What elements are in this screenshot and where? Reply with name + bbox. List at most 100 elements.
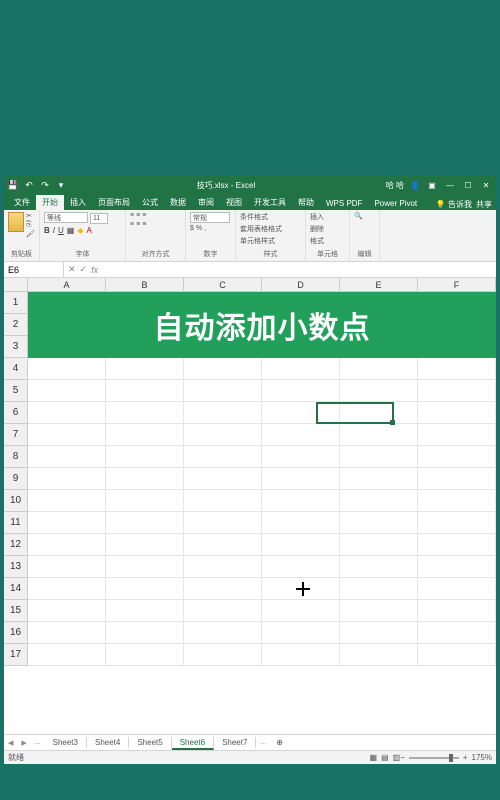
row-header[interactable]: 3 [4, 336, 27, 358]
maximize-icon[interactable]: ☐ [462, 181, 474, 190]
redo-icon[interactable]: ↷ [40, 180, 50, 190]
tab-power-pivot[interactable]: Power Pivot [368, 197, 423, 210]
view-normal-icon[interactable]: ▦ [370, 753, 378, 762]
cell[interactable] [340, 644, 418, 666]
tab-home[interactable]: 开始 [36, 195, 64, 210]
sheet-nav-prev-icon[interactable]: ◀ [4, 739, 17, 747]
cell[interactable] [262, 600, 340, 622]
fx-icon[interactable]: fx [91, 265, 98, 275]
find-icon[interactable]: 🔍 [354, 212, 363, 220]
cell[interactable] [340, 380, 418, 402]
cut-icon[interactable]: ✂ [26, 212, 35, 220]
cell[interactable] [106, 380, 184, 402]
cell[interactable] [340, 424, 418, 446]
cell[interactable] [340, 600, 418, 622]
cell[interactable] [418, 644, 496, 666]
cell[interactable] [106, 578, 184, 600]
row-header[interactable]: 16 [4, 622, 27, 644]
cell[interactable] [28, 512, 106, 534]
qat-dropdown-icon[interactable]: ▾ [56, 180, 66, 190]
sheet-tab[interactable]: Sheet7 [214, 737, 256, 748]
cells-area[interactable] [28, 292, 496, 734]
cell[interactable] [262, 644, 340, 666]
cell[interactable] [340, 578, 418, 600]
sheet-tab[interactable]: Sheet4 [87, 737, 129, 748]
row-header[interactable]: 2 [4, 314, 27, 336]
column-header[interactable]: D [262, 278, 340, 291]
sheet-nav-next-icon[interactable]: ▶ [17, 739, 30, 747]
cell[interactable] [262, 446, 340, 468]
cell[interactable] [262, 556, 340, 578]
comma-icon[interactable]: , [204, 225, 206, 232]
save-icon[interactable]: 💾 [8, 180, 18, 190]
cell[interactable] [418, 512, 496, 534]
cell[interactable] [106, 446, 184, 468]
column-header[interactable]: C [184, 278, 262, 291]
select-all-button[interactable] [4, 278, 28, 292]
tab-wps[interactable]: WPS PDF [320, 197, 368, 210]
cell[interactable] [418, 556, 496, 578]
tab-help[interactable]: 帮助 [292, 195, 320, 210]
cell[interactable] [184, 468, 262, 490]
row-header[interactable]: 17 [4, 644, 27, 666]
currency-icon[interactable]: $ [190, 225, 194, 232]
cell[interactable] [340, 534, 418, 556]
font-size-select[interactable]: 11 [90, 213, 108, 224]
conditional-format-button[interactable]: 条件格式 [240, 212, 268, 222]
tab-review[interactable]: 审阅 [192, 195, 220, 210]
percent-icon[interactable]: % [196, 225, 202, 232]
row-header[interactable]: 14 [4, 578, 27, 600]
align-mid-icon[interactable]: ≡ [136, 212, 140, 219]
cell[interactable] [184, 600, 262, 622]
cell[interactable] [106, 644, 184, 666]
cell[interactable] [340, 446, 418, 468]
cell-styles-button[interactable]: 单元格样式 [240, 236, 275, 246]
cell[interactable] [418, 358, 496, 380]
cell[interactable] [184, 402, 262, 424]
cell[interactable] [106, 358, 184, 380]
cell[interactable] [262, 534, 340, 556]
cell[interactable] [262, 468, 340, 490]
merged-title-cell[interactable]: 自动添加小数点 [28, 292, 496, 358]
worksheet-grid[interactable]: ABCDEF 1234567891011121314151617 自动添加小数点 [4, 278, 496, 734]
cell[interactable] [106, 622, 184, 644]
align-left-icon[interactable]: ≡ [130, 221, 134, 228]
cell[interactable] [418, 424, 496, 446]
zoom-slider[interactable] [409, 757, 459, 759]
cell[interactable] [418, 380, 496, 402]
copy-icon[interactable]: ⎘ [26, 221, 35, 229]
minimize-icon[interactable]: — [444, 181, 456, 190]
cell[interactable] [418, 402, 496, 424]
enter-icon[interactable]: ✓ [80, 264, 88, 275]
cell[interactable] [28, 358, 106, 380]
cell[interactable] [106, 468, 184, 490]
row-header[interactable]: 5 [4, 380, 27, 402]
italic-button[interactable]: I [53, 226, 55, 235]
cell[interactable] [28, 600, 106, 622]
row-header[interactable]: 10 [4, 490, 27, 512]
cell[interactable] [184, 578, 262, 600]
cell[interactable] [184, 490, 262, 512]
cell[interactable] [106, 600, 184, 622]
delete-cells-button[interactable]: 删除 [310, 224, 324, 234]
zoom-level[interactable]: 175% [472, 753, 492, 762]
cell[interactable] [106, 490, 184, 512]
zoom-out-button[interactable]: − [400, 753, 405, 762]
cell[interactable] [340, 468, 418, 490]
align-bot-icon[interactable]: ≡ [142, 212, 146, 219]
align-top-icon[interactable]: ≡ [130, 212, 134, 219]
cell[interactable] [418, 468, 496, 490]
cell[interactable] [28, 490, 106, 512]
column-header[interactable]: F [418, 278, 496, 291]
new-sheet-button[interactable]: ⊕ [270, 738, 289, 747]
cell[interactable] [418, 622, 496, 644]
cell[interactable] [106, 424, 184, 446]
row-header[interactable]: 12 [4, 534, 27, 556]
undo-icon[interactable]: ↶ [24, 180, 34, 190]
cell[interactable] [184, 622, 262, 644]
row-header[interactable]: 6 [4, 402, 27, 424]
number-format-select[interactable]: 常规 [190, 212, 230, 223]
underline-button[interactable]: U [58, 226, 64, 235]
row-header[interactable]: 13 [4, 556, 27, 578]
insert-cells-button[interactable]: 插入 [310, 212, 324, 222]
